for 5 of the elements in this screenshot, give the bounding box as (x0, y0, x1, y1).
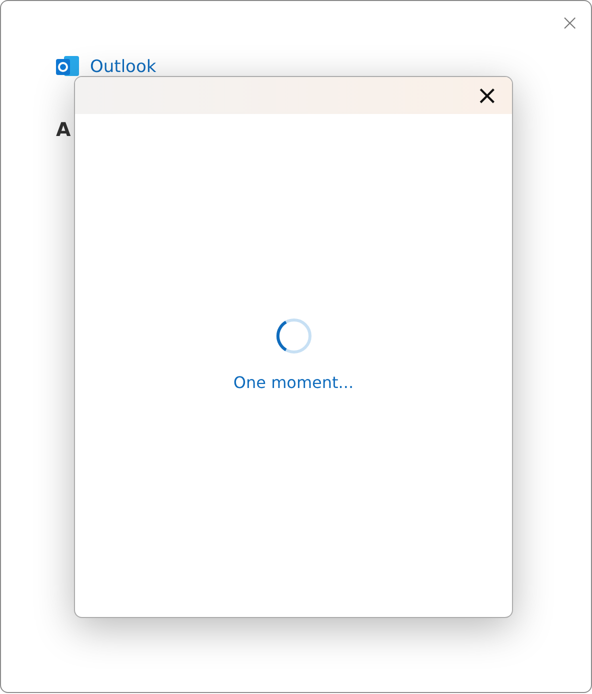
close-button[interactable]: × (474, 84, 500, 108)
app-name: Outlook (90, 57, 156, 77)
page-heading: A (56, 119, 71, 141)
close-button[interactable]: × (558, 7, 581, 41)
loading-message: One moment... (233, 373, 354, 392)
